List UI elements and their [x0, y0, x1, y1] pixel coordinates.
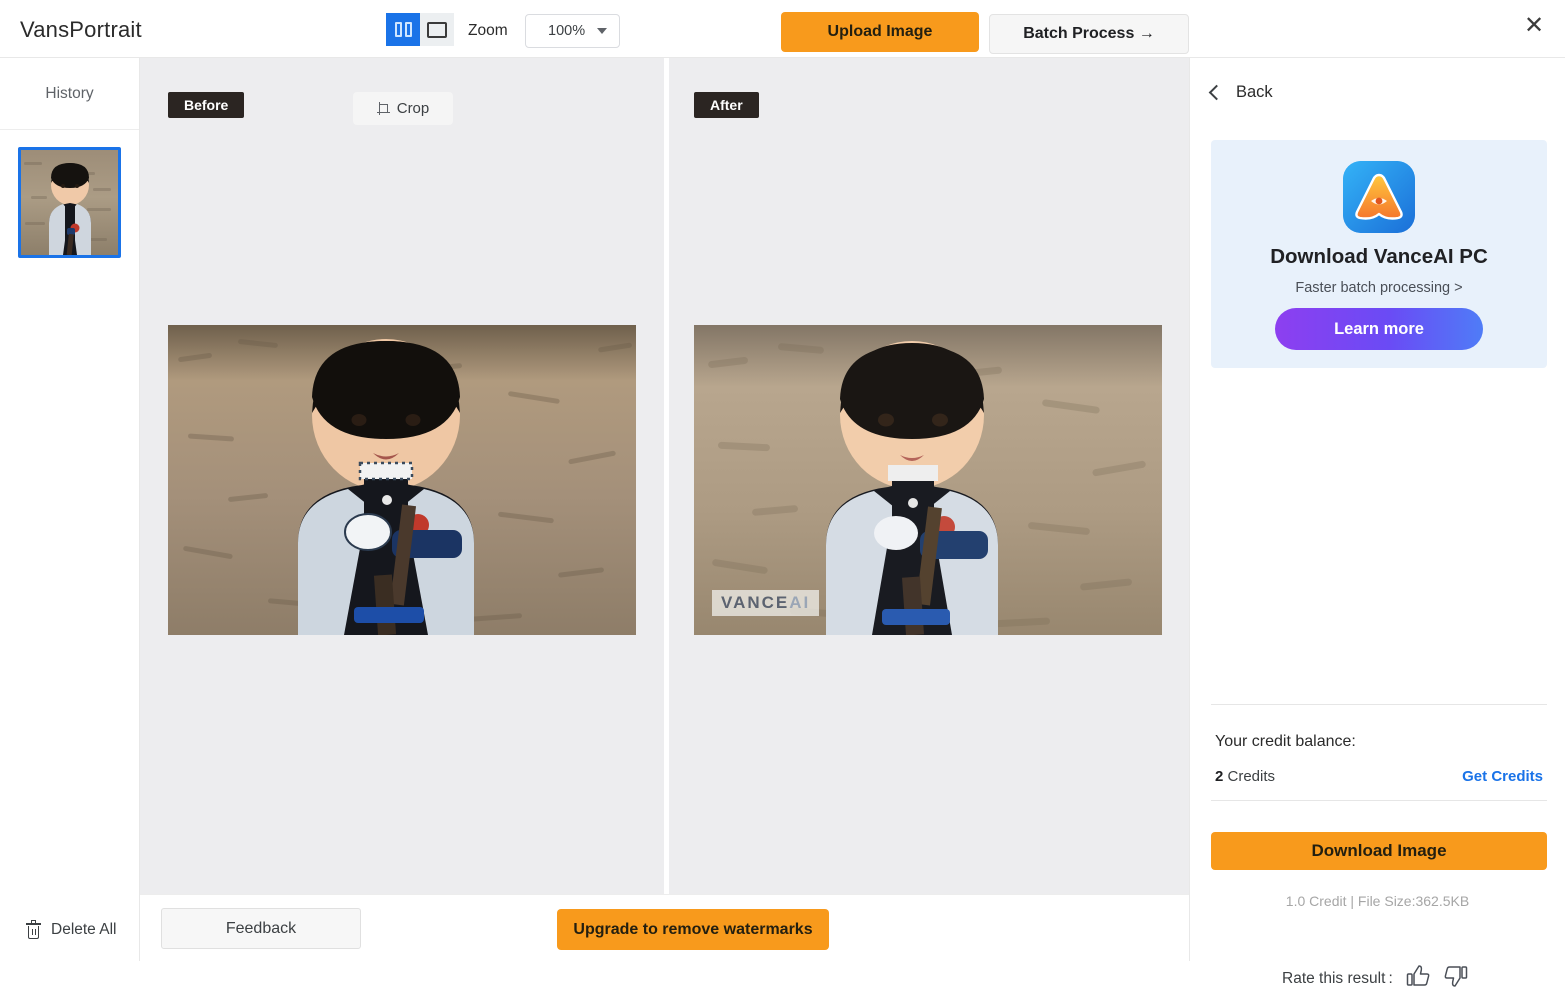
credit-unit: Credits	[1223, 768, 1276, 785]
history-title: History	[0, 58, 139, 130]
watermark-suffix: AI	[789, 593, 811, 612]
watermark: VANCEAI	[712, 590, 820, 616]
single-view-icon[interactable]	[420, 13, 454, 46]
split-view-glyph	[394, 22, 412, 37]
history-thumbnail[interactable]	[18, 147, 121, 258]
before-image-content	[168, 325, 636, 635]
back-button[interactable]: Back	[1208, 83, 1273, 102]
upload-image-button[interactable]: Upload Image	[781, 12, 979, 52]
thumbs-up-icon[interactable]	[1405, 963, 1431, 994]
after-tag: After	[694, 92, 759, 118]
right-panel: Back Download VanceAI PC Faster batch pr…	[1189, 58, 1565, 987]
download-image-button[interactable]: Download Image	[1211, 832, 1547, 870]
single-view-glyph	[427, 21, 447, 38]
promo-title: Download VanceAI PC	[1270, 245, 1488, 268]
before-tag: Before	[168, 92, 245, 118]
batch-process-button[interactable]: Batch Process →	[989, 14, 1189, 54]
crop-icon	[376, 102, 390, 115]
chevron-down-icon	[597, 28, 607, 34]
crop-button[interactable]: Crop	[353, 92, 453, 125]
crop-label: Crop	[396, 100, 430, 117]
zoom-value: 100%	[548, 23, 586, 39]
after-image-content	[694, 325, 1162, 635]
app-brand-title: VansPortrait	[20, 17, 142, 42]
promo-subtitle: Faster batch processing >	[1295, 280, 1463, 296]
thumbs-down-icon[interactable]	[1443, 963, 1469, 994]
thumbnail-image	[21, 150, 118, 255]
rate-result-row: Rate this result :	[1282, 963, 1469, 994]
file-meta-label: 1.0 Credit | File Size:362.5KB	[1285, 893, 1470, 909]
feedback-button[interactable]: Feedback	[161, 908, 361, 949]
view-mode-toggle-group	[386, 13, 454, 46]
back-label: Back	[1236, 83, 1273, 101]
bottom-toolbar: Feedback Upgrade to remove watermarks	[140, 894, 1189, 961]
vanceai-app-icon	[1343, 161, 1415, 233]
credit-balance-value: 2 Credits	[1215, 768, 1275, 785]
promo-card: Download VanceAI PC Faster batch process…	[1211, 140, 1547, 368]
history-sidebar: History Delete All	[0, 58, 140, 961]
after-pane: After VANCEAI	[669, 58, 1189, 894]
upgrade-watermark-button[interactable]: Upgrade to remove watermarks	[557, 909, 829, 950]
divider-top	[1211, 704, 1547, 705]
zoom-select[interactable]: 100%	[525, 14, 620, 48]
before-image	[168, 325, 636, 635]
divider-bottom	[1211, 800, 1547, 801]
chevron-left-icon	[1208, 84, 1225, 101]
close-icon[interactable]: ✕	[1518, 10, 1550, 42]
split-view-icon[interactable]	[386, 13, 420, 46]
before-pane: Before Crop	[140, 58, 664, 894]
rate-result-label: Rate this result :	[1282, 969, 1393, 987]
get-credits-link[interactable]: Get Credits	[1462, 768, 1543, 785]
delete-all-button[interactable]: Delete All	[26, 919, 117, 939]
after-image: VANCEAI	[694, 325, 1162, 635]
watermark-text: VANCE	[721, 593, 790, 612]
delete-all-label: Delete All	[51, 921, 117, 938]
image-compare-canvas: Before Crop After VANCEAI	[140, 58, 1189, 894]
credit-balance-label: Your credit balance:	[1215, 733, 1356, 750]
top-toolbar: VansPortrait Zoom 100% Upload Image Batc…	[0, 0, 1565, 58]
zoom-label: Zoom	[468, 22, 508, 39]
trash-icon	[26, 919, 41, 939]
learn-more-button[interactable]: Learn more	[1275, 308, 1483, 350]
